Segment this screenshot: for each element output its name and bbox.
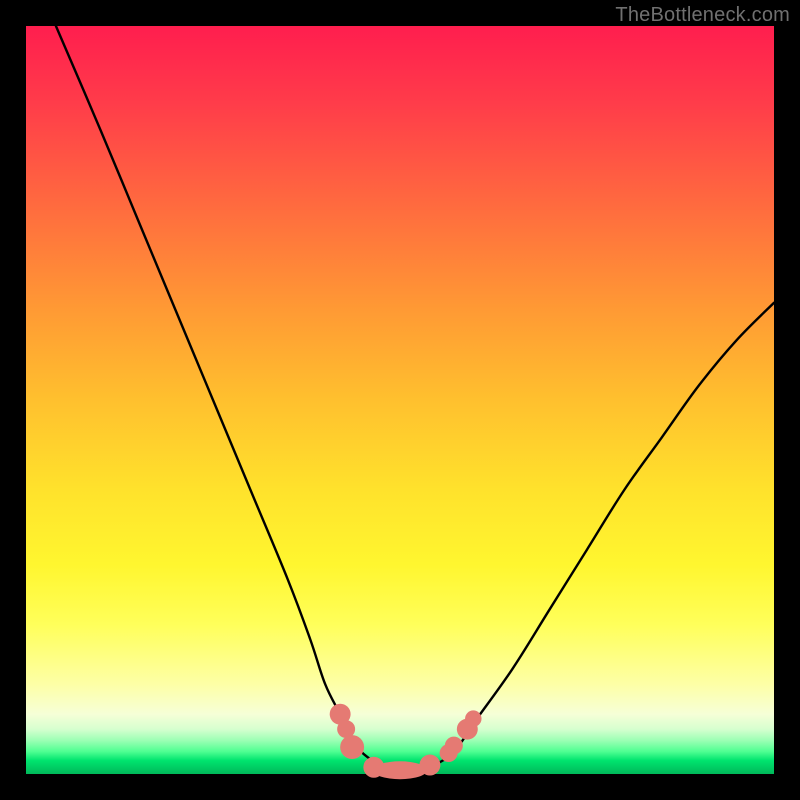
curve-marker (445, 737, 463, 755)
attribution-label: TheBottleneck.com (615, 4, 790, 27)
marker-group (330, 704, 482, 780)
chart-svg (26, 26, 774, 774)
chart-area (26, 26, 774, 774)
curve-marker (340, 735, 364, 759)
curve-marker (373, 761, 427, 779)
bottleneck-curve (56, 26, 774, 771)
curve-marker (419, 755, 440, 776)
curve-marker (465, 710, 481, 726)
